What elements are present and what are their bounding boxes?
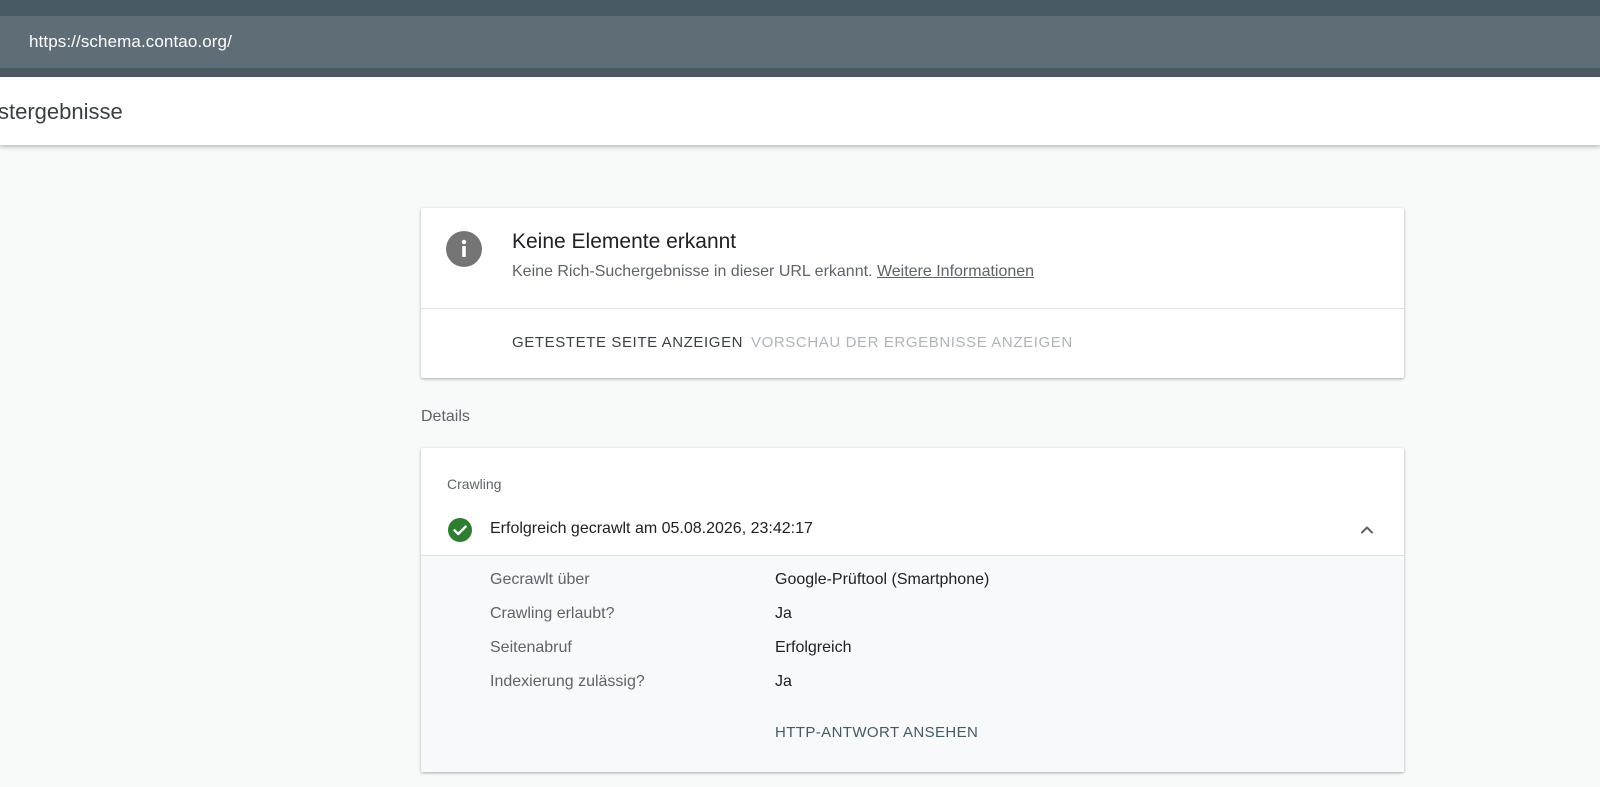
crawling-label: Crawling: [447, 476, 502, 492]
result-subtitle: Keine Rich-Suchergebnisse in dieser URL …: [512, 263, 1034, 281]
details-heading: Details: [421, 408, 470, 425]
detail-value: Ja: [775, 673, 792, 690]
preview-results-button[interactable]: VORSCHAU DER ERGEBNISSE ANZEIGEN: [751, 334, 1073, 351]
crawl-status-text: Erfolgreich gecrawlt am 05.08.2026, 23:4…: [490, 520, 813, 537]
view-tested-page-button[interactable]: GETESTETE SEITE ANZEIGEN: [512, 334, 743, 351]
url-bar-bottom-strip: [0, 68, 1600, 77]
detail-row-crawling-allowed: Crawling erlaubt? Ja: [421, 605, 1404, 629]
result-divider: [421, 308, 1404, 309]
detail-key: Seitenabruf: [490, 639, 572, 656]
detail-key: Gecrawlt über: [490, 571, 590, 588]
detail-row-page-fetch: Seitenabruf Erfolgreich: [421, 639, 1404, 663]
result-subtitle-text: Keine Rich-Suchergebnisse in dieser URL …: [512, 263, 873, 280]
top-strip: [0, 0, 1600, 16]
detail-value: Erfolgreich: [775, 639, 852, 656]
detail-key: Crawling erlaubt?: [490, 605, 615, 622]
more-info-link[interactable]: Weitere Informationen: [877, 263, 1034, 280]
detail-value: Google-Prüftool (Smartphone): [775, 571, 990, 588]
view-http-response-button[interactable]: HTTP-ANTWORT ANSEHEN: [775, 724, 978, 741]
detail-row-crawled-via: Gecrawlt über Google-Prüftool (Smartphon…: [421, 571, 1404, 595]
info-icon: [446, 231, 482, 267]
chevron-up-icon[interactable]: [1355, 518, 1379, 542]
check-circle-icon: [448, 518, 472, 542]
detail-value: Ja: [775, 605, 792, 622]
crawl-details-panel: Gecrawlt über Google-Prüftool (Smartphon…: [421, 556, 1404, 772]
detail-key: Indexierung zulässig?: [490, 673, 645, 690]
url-text[interactable]: https://schema.contao.org/: [29, 32, 232, 52]
result-card: Keine Elemente erkannt Keine Rich-Sucher…: [421, 208, 1404, 378]
app-header: stergebnisse: [0, 77, 1600, 145]
page-title: stergebnisse: [0, 99, 123, 124]
url-bar[interactable]: https://schema.contao.org/: [0, 16, 1600, 68]
crawling-card: Crawling Erfolgreich gecrawlt am 05.08.2…: [421, 448, 1404, 772]
result-title: Keine Elemente erkannt: [512, 230, 737, 253]
detail-row-indexing-allowed: Indexierung zulässig? Ja: [421, 673, 1404, 697]
